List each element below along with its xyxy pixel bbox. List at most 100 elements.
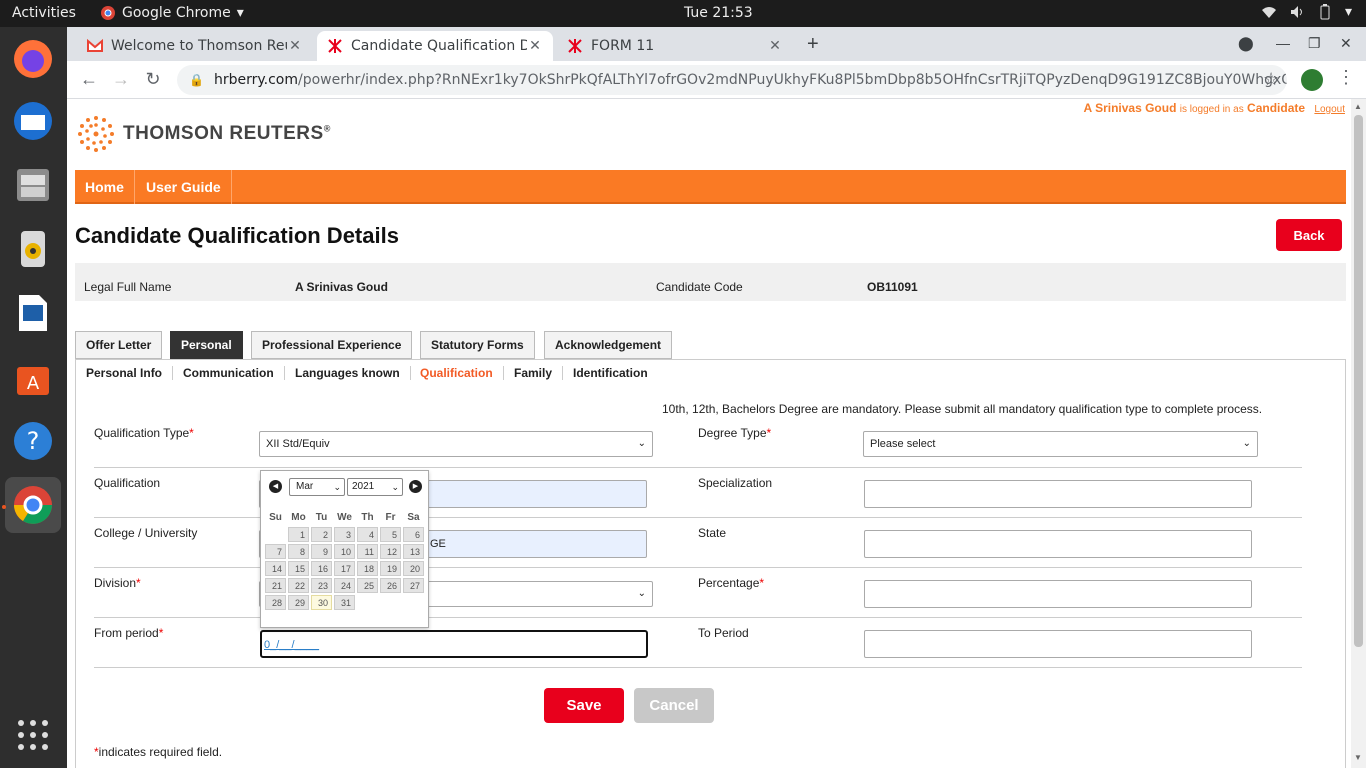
calendar-day[interactable]: 1 <box>288 527 309 542</box>
calendar-day[interactable]: 27 <box>403 578 424 593</box>
back-arrow-icon[interactable]: ← <box>77 69 101 90</box>
chevron-down-icon: ⌄ <box>637 588 646 599</box>
browser-tab[interactable]: Welcome to Thomson Reu ✕ <box>77 31 313 61</box>
cancel-button[interactable]: Cancel <box>634 688 714 723</box>
activities-button[interactable]: Activities <box>12 5 76 21</box>
nav-user-guide[interactable]: User Guide <box>136 170 232 204</box>
calendar-day[interactable]: 9 <box>311 544 332 559</box>
subtab-qualification[interactable]: Qualification <box>410 366 504 380</box>
calendar-day[interactable]: 2 <box>311 527 332 542</box>
page-scrollbar[interactable]: ▲ ▼ <box>1351 99 1366 768</box>
year-select[interactable]: 2021 ⌄ <box>347 478 403 496</box>
month-select[interactable]: Mar ⌄ <box>289 478 345 496</box>
tab-offer-letter[interactable]: Offer Letter <box>75 331 163 359</box>
calendar-day[interactable]: 20 <box>403 561 424 576</box>
maximize-icon[interactable]: ❐ <box>1308 35 1321 52</box>
calendar-day[interactable]: 12 <box>380 544 401 559</box>
help-launcher[interactable]: ? <box>5 413 61 469</box>
calendar-day[interactable]: 17 <box>334 561 355 576</box>
software-launcher[interactable]: A <box>5 349 61 405</box>
logout-link[interactable]: Logout <box>1314 104 1345 115</box>
page-title: Candidate Qualification Details <box>75 223 399 248</box>
scrollbar-thumb[interactable] <box>1354 115 1363 647</box>
thomson-reuters-favicon <box>568 39 582 53</box>
subtab-communication[interactable]: Communication <box>173 366 285 380</box>
to-period-input[interactable] <box>864 630 1252 658</box>
browser-tab[interactable]: Candidate Qualification D ✕ <box>317 31 553 61</box>
nav-home[interactable]: Home <box>75 170 135 204</box>
close-icon[interactable]: ✕ <box>287 38 303 54</box>
rhythmbox-launcher[interactable] <box>5 221 61 277</box>
calendar-day[interactable]: 18 <box>357 561 378 576</box>
tab-personal[interactable]: Personal <box>170 331 243 359</box>
thomson-reuters-logo[interactable]: THOMSON REUTERS® <box>77 115 331 153</box>
calendar-day[interactable]: 8 <box>288 544 309 559</box>
scroll-up-arrow-icon[interactable]: ▲ <box>1354 102 1362 111</box>
calendar-day[interactable]: 3 <box>334 527 355 542</box>
calendar-day[interactable]: 13 <box>403 544 424 559</box>
back-button[interactable]: Back <box>1276 219 1342 251</box>
app-menu[interactable]: Google Chrome ▾ <box>100 5 244 21</box>
calendar-day[interactable]: 26 <box>380 578 401 593</box>
calendar-day[interactable]: 29 <box>288 595 309 610</box>
state-input[interactable] <box>864 530 1252 558</box>
tab-acknowledgement[interactable]: Acknowledgement <box>544 331 673 359</box>
calendar-day[interactable]: 11 <box>357 544 378 559</box>
save-button[interactable]: Save <box>544 688 624 723</box>
close-icon[interactable]: ✕ <box>527 38 543 54</box>
percentage-input[interactable] <box>864 580 1252 608</box>
close-icon[interactable]: ✕ <box>767 38 783 54</box>
degree-type-select[interactable]: Please select ⌄ <box>863 431 1258 457</box>
calendar-day[interactable]: 23 <box>311 578 332 593</box>
subtab-family[interactable]: Family <box>504 366 564 380</box>
calendar-day[interactable]: 4 <box>357 527 378 542</box>
next-month-icon[interactable]: ▶ <box>409 480 422 493</box>
prev-month-icon[interactable]: ◀ <box>269 480 282 493</box>
tab-search-icon[interactable]: ⬤ <box>1238 35 1254 52</box>
close-window-icon[interactable]: ✕ <box>1340 35 1352 52</box>
calendar-day[interactable]: 15 <box>288 561 309 576</box>
system-tray[interactable]: ▾ <box>1261 4 1352 20</box>
from-period-input[interactable]: 0_/__/____ <box>260 630 648 658</box>
reload-icon[interactable]: ↻ <box>141 69 165 90</box>
subtab-languages-known[interactable]: Languages known <box>285 366 411 380</box>
bookmark-star-icon[interactable]: ☆ <box>1263 69 1279 90</box>
subtab-personal-info[interactable]: Personal Info <box>76 366 174 380</box>
qualification-type-select[interactable]: XII Std/Equiv ⌄ <box>259 431 653 457</box>
calendar-day[interactable]: 6 <box>403 527 424 542</box>
calendar-day[interactable]: 14 <box>265 561 286 576</box>
menu-kebab-icon[interactable]: ⋮ <box>1337 67 1355 88</box>
minimize-icon[interactable]: — <box>1276 35 1290 51</box>
calendar-day[interactable]: 22 <box>288 578 309 593</box>
specialization-input[interactable] <box>864 480 1252 508</box>
calendar-day[interactable]: 28 <box>265 595 286 610</box>
calendar-day[interactable]: 5 <box>380 527 401 542</box>
calendar-day[interactable]: 24 <box>334 578 355 593</box>
scroll-down-arrow-icon[interactable]: ▼ <box>1354 753 1362 762</box>
to-period-label: To Period <box>698 626 749 640</box>
clock[interactable]: Tue 21:53 <box>684 5 753 21</box>
browser-tab[interactable]: FORM 11 ✕ <box>557 31 793 61</box>
files-launcher[interactable] <box>5 157 61 213</box>
chrome-launcher[interactable] <box>5 477 61 533</box>
calendar-day[interactable]: 7 <box>265 544 286 559</box>
calendar-day[interactable]: 10 <box>334 544 355 559</box>
show-apps-button[interactable] <box>5 707 61 763</box>
thunderbird-launcher[interactable] <box>5 93 61 149</box>
forward-arrow-icon[interactable]: → <box>109 69 133 90</box>
firefox-launcher[interactable] <box>5 31 61 87</box>
calendar-day[interactable]: 30 <box>311 595 332 610</box>
calendar-day[interactable]: 31 <box>334 595 355 610</box>
tab-statutory-forms[interactable]: Statutory Forms <box>420 331 535 359</box>
profile-avatar[interactable] <box>1301 69 1323 91</box>
calendar-day[interactable]: 25 <box>357 578 378 593</box>
datepicker-header: ◀ Mar ⌄ 2021 ⌄ ▶ <box>263 473 426 500</box>
new-tab-button[interactable]: + <box>807 33 819 56</box>
address-bar[interactable]: 🔒 hrberry.com/powerhr/index.php?RnNExr1k… <box>177 65 1287 95</box>
calendar-day[interactable]: 19 <box>380 561 401 576</box>
writer-launcher[interactable] <box>5 285 61 341</box>
tab-professional-experience[interactable]: Professional Experience <box>251 331 413 359</box>
calendar-day[interactable]: 16 <box>311 561 332 576</box>
calendar-day[interactable]: 21 <box>265 578 286 593</box>
subtab-identification[interactable]: Identification <box>563 366 658 380</box>
